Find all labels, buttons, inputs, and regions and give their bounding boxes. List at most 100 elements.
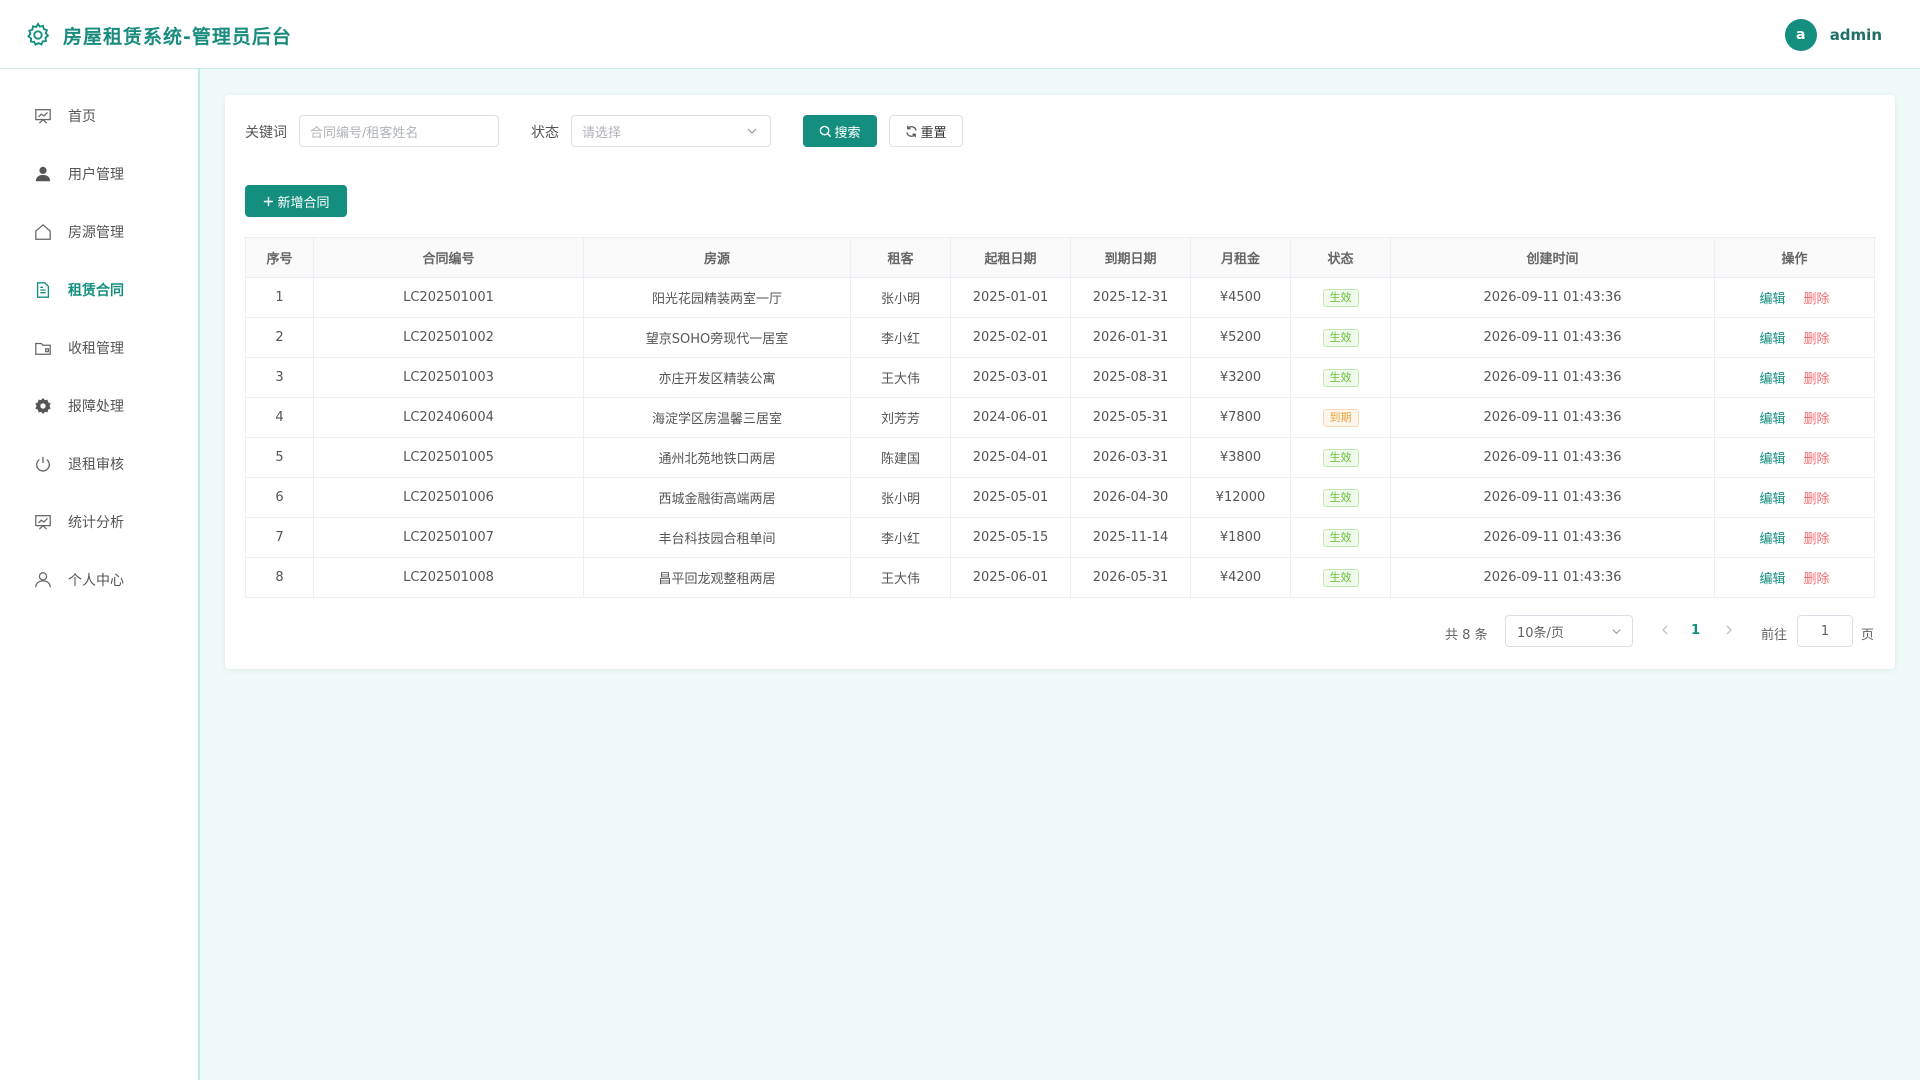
username[interactable]: admin: [1830, 26, 1882, 44]
cell-no: 5: [245, 437, 314, 478]
sidebar-item-checkout[interactable]: 退租审核: [0, 444, 198, 484]
keyword-input[interactable]: 合同编号/租客姓名: [299, 115, 499, 147]
cell-created: 2026-09-11 01:43:36: [1390, 517, 1715, 558]
delete-button[interactable]: 删除: [1804, 572, 1830, 587]
status-badge: 生效: [1322, 288, 1359, 307]
prev-page-icon[interactable]: [1658, 623, 1672, 637]
reset-button-label: 重置: [920, 125, 947, 141]
column-header: 起租日期: [950, 237, 1071, 278]
cell-code: LC202501001: [313, 277, 584, 318]
avatar[interactable]: a: [1784, 19, 1817, 51]
status-badge: 生效: [1322, 568, 1359, 587]
column-header: 房源: [583, 237, 851, 278]
chart-board-icon: [35, 515, 51, 530]
cell-start: 2024-06-01: [950, 397, 1071, 438]
pagination-total: 共 8 条: [1445, 628, 1488, 643]
cell-end: 2025-05-31: [1070, 397, 1191, 438]
cell-code: LC202501002: [313, 317, 584, 358]
status-badge: 生效: [1322, 368, 1359, 387]
search-button-label: 搜索: [834, 125, 861, 141]
keyword-placeholder: 合同编号/租客姓名: [310, 125, 419, 141]
column-header: 序号: [245, 237, 314, 278]
cell-created: 2026-09-11 01:43:36: [1390, 317, 1715, 358]
cell-no: 8: [245, 557, 314, 598]
user-menu[interactable]: a admin: [1784, 19, 1882, 51]
cell-house: 西城金融街高端两居: [583, 477, 851, 518]
add-contract-button-label: 新增合同: [277, 195, 330, 211]
edit-button[interactable]: 编辑: [1759, 332, 1785, 347]
app-title: 房屋租赁系统-管理员后台: [63, 26, 292, 48]
reset-button[interactable]: 重置: [889, 115, 963, 147]
delete-button[interactable]: 删除: [1804, 332, 1830, 347]
status-cell: 生效: [1290, 277, 1391, 318]
cell-house: 望京SOHO旁现代一居室: [583, 317, 851, 358]
cell-code: LC202501003: [313, 357, 584, 398]
edit-button[interactable]: 编辑: [1759, 532, 1785, 547]
sidebar-item-home[interactable]: 首页: [0, 96, 198, 136]
cell-end: 2025-11-14: [1070, 517, 1191, 558]
next-page-icon[interactable]: [1722, 623, 1736, 637]
goto-page-input[interactable]: [1797, 615, 1853, 647]
person-icon: [35, 572, 51, 588]
sidebar-item-users[interactable]: 用户管理: [0, 154, 198, 194]
status-badge: 生效: [1322, 448, 1359, 467]
edit-button[interactable]: 编辑: [1759, 372, 1785, 387]
table-header-row: 序号 合同编号 房源 租客 起租日期 到期日期 月租金 状态 创建时间 操作: [245, 237, 1875, 278]
edit-button[interactable]: 编辑: [1759, 452, 1785, 467]
sidebar-item-stats[interactable]: 统计分析: [0, 502, 198, 542]
delete-button[interactable]: 删除: [1804, 412, 1830, 427]
column-header: 租客: [850, 237, 951, 278]
table-row: 1 LC202501001 阳光花园精装两室一厅 张小明 2025-01-01 2025-…: [245, 277, 1875, 318]
cell-start: 2025-05-01: [950, 477, 1071, 518]
sidebar-item-houses[interactable]: 房源管理: [0, 212, 198, 252]
cell-code: LC202501008: [313, 557, 584, 598]
add-contract-button[interactable]: 新增合同: [245, 185, 347, 217]
delete-button[interactable]: 删除: [1804, 532, 1830, 547]
cell-start: 2025-06-01: [950, 557, 1071, 598]
edit-button[interactable]: 编辑: [1759, 572, 1785, 587]
cell-created: 2026-09-11 01:43:36: [1390, 437, 1715, 478]
cell-tenant: 陈建国: [850, 437, 951, 478]
search-button[interactable]: 搜索: [803, 115, 877, 147]
cell-code: LC202501007: [313, 517, 584, 558]
edit-button[interactable]: 编辑: [1759, 412, 1785, 427]
sidebar-item-label: 报障处理: [68, 399, 124, 415]
cell-created: 2026-09-11 01:43:36: [1390, 557, 1715, 598]
search-icon: [820, 125, 832, 137]
cell-tenant: 刘芳芳: [850, 397, 951, 438]
sidebar-item-profile[interactable]: 个人中心: [0, 560, 198, 600]
cell-created: 2026-09-11 01:43:36: [1390, 277, 1715, 318]
delete-button[interactable]: 删除: [1804, 372, 1830, 387]
sidebar-item-repair[interactable]: 报障处理: [0, 386, 198, 426]
cell-end: 2026-01-31: [1070, 317, 1191, 358]
cell-tenant: 张小明: [850, 477, 951, 518]
delete-button[interactable]: 删除: [1804, 452, 1830, 467]
delete-button[interactable]: 删除: [1804, 292, 1830, 307]
edit-button[interactable]: 编辑: [1759, 492, 1785, 507]
cell-house: 丰台科技园合租单间: [583, 517, 851, 558]
cell-no: 3: [245, 357, 314, 398]
cell-house: 通州北苑地铁口两居: [583, 437, 851, 478]
cell-house: 昌平回龙观整租两居: [583, 557, 851, 598]
cell-tenant: 王大伟: [850, 357, 951, 398]
status-badge: 生效: [1322, 488, 1359, 507]
actions-cell: 编辑 删除: [1714, 477, 1875, 518]
delete-button[interactable]: 删除: [1804, 492, 1830, 507]
status-select[interactable]: 请选择: [571, 115, 771, 147]
current-page[interactable]: 1: [1691, 623, 1700, 638]
column-header: 到期日期: [1070, 237, 1191, 278]
cell-created: 2026-09-11 01:43:36: [1390, 397, 1715, 438]
page-size-select[interactable]: 10条/页: [1505, 615, 1633, 647]
sidebar-item-rent[interactable]: 收租管理: [0, 328, 198, 368]
cell-rent: ¥3200: [1190, 357, 1291, 398]
table-row: 2 LC202501002 望京SOHO旁现代一居室 李小红 2025-02-01 202…: [245, 317, 1875, 358]
cell-tenant: 张小明: [850, 277, 951, 318]
cell-code: LC202501005: [313, 437, 584, 478]
cell-end: 2025-12-31: [1070, 277, 1191, 318]
sidebar-item-contracts[interactable]: 租赁合同: [0, 270, 198, 310]
cell-start: 2025-03-01: [950, 357, 1071, 398]
edit-button[interactable]: 编辑: [1759, 292, 1785, 307]
actions-cell: 编辑 删除: [1714, 277, 1875, 318]
status-badge: 生效: [1322, 328, 1359, 347]
cell-created: 2026-09-11 01:43:36: [1390, 357, 1715, 398]
